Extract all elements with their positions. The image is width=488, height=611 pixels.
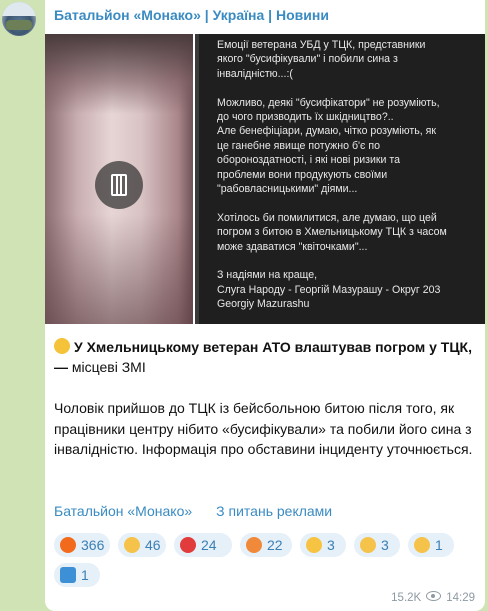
reaction-woozy[interactable]: 1 (408, 533, 454, 557)
screenshot-paragraph: Можливо, деякі "бусифікатори" не розумію… (217, 96, 440, 196)
reaction-count: 3 (381, 537, 389, 553)
thumbs-up-icon (124, 537, 140, 553)
screenshot-paragraph: Емоції ветерана УБД у ТЦК, представники … (217, 39, 426, 80)
reaction-smiling-with-hearts[interactable]: 3 (300, 533, 346, 557)
heart-on-fire-icon (180, 537, 196, 553)
channel-name[interactable]: Батальйон «Монако» | Україна | Новини (54, 7, 329, 23)
post-body: Чоловік прийшов до ТЦК із бейсбольною би… (54, 400, 473, 457)
post-links: Батальйон «Монако» З питань реклами (54, 503, 332, 519)
reaction-count: 1 (81, 567, 89, 583)
message-time: 14:29 (446, 592, 475, 604)
eye-icon (426, 591, 442, 601)
reaction-exploding-head[interactable]: 22 (240, 533, 292, 557)
screenshot-text: Емоції ветерана УБД у ТЦК, представники … (217, 38, 483, 324)
reaction-count: 366 (81, 537, 105, 553)
message-footer: 15.2K 14:29 (391, 591, 475, 604)
channel-avatar[interactable] (2, 2, 36, 36)
exploding-head-icon (246, 537, 262, 553)
channel-link[interactable]: Батальйон «Монако» (54, 503, 192, 519)
video-play-button[interactable] (95, 161, 143, 209)
smiling-with-hearts-icon (306, 537, 322, 553)
headline-rest: місцеві ЗМІ (68, 359, 146, 375)
reaction-count: 46 (145, 537, 161, 553)
reaction-cool[interactable]: 1 (54, 563, 100, 587)
reaction-count: 3 (327, 537, 335, 553)
screenshot-paragraph: З надіями на краще, Слуга Народу - Георг… (217, 269, 441, 311)
post-headline: У Хмельницькому ветеран АТО влаштував по… (54, 337, 474, 377)
thinking-face-icon (360, 537, 376, 553)
reaction-count: 22 (267, 537, 283, 553)
film-icon (111, 174, 127, 196)
reaction-thinking[interactable]: 3 (354, 533, 400, 557)
video-thumbnail[interactable] (45, 34, 193, 324)
exploding-head-icon (54, 338, 70, 354)
reaction-count: 1 (435, 537, 443, 553)
woozy-face-icon (414, 537, 430, 553)
post-screenshot-image[interactable]: Емоції ветерана УБД у ТЦК, представники … (195, 34, 485, 324)
ads-link[interactable]: З питань реклами (216, 503, 332, 519)
reaction-heart-on-fire[interactable]: 24 (174, 533, 232, 557)
fire-icon (60, 537, 76, 553)
reaction-thumbs-up[interactable]: 46 (118, 533, 166, 557)
cool-button-icon (60, 567, 76, 583)
view-count: 15.2K (391, 592, 422, 604)
reaction-count: 24 (201, 537, 217, 553)
screenshot-paragraph: Хотілось би помилитися, але думаю, що це… (217, 211, 447, 253)
message-bubble: Батальйон «Монако» | Україна | Новини Ем… (45, 0, 485, 611)
media-album: Емоції ветерана УБД у ТЦК, представники … (45, 34, 485, 324)
reaction-fire[interactable]: 366 (54, 533, 110, 557)
